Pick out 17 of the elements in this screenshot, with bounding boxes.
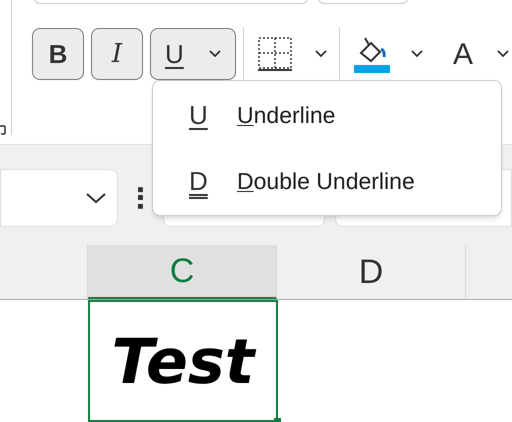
- more-options-icon[interactable]: [138, 187, 143, 209]
- underline-button[interactable]: U: [150, 28, 236, 80]
- fill-color-icon[interactable]: [353, 35, 391, 73]
- chevron-down-icon: [315, 50, 327, 58]
- dialog-launcher-icon[interactable]: [0, 125, 6, 135]
- italic-button[interactable]: I: [91, 28, 143, 80]
- column-header[interactable]: C: [88, 245, 277, 299]
- menu-item[interactable]: U Underline: [153, 92, 501, 138]
- column-header[interactable]: D: [277, 245, 466, 299]
- borders-icon[interactable]: [257, 36, 293, 72]
- selected-cell[interactable]: Test: [88, 300, 278, 422]
- chevron-down-icon[interactable]: [85, 192, 108, 204]
- chevron-down-icon: [497, 50, 510, 58]
- bold-button[interactable]: B: [32, 28, 84, 80]
- chevron-down-icon: [411, 50, 423, 58]
- font-color-button[interactable]: A: [453, 32, 474, 76]
- chevron-down-icon: [209, 50, 221, 58]
